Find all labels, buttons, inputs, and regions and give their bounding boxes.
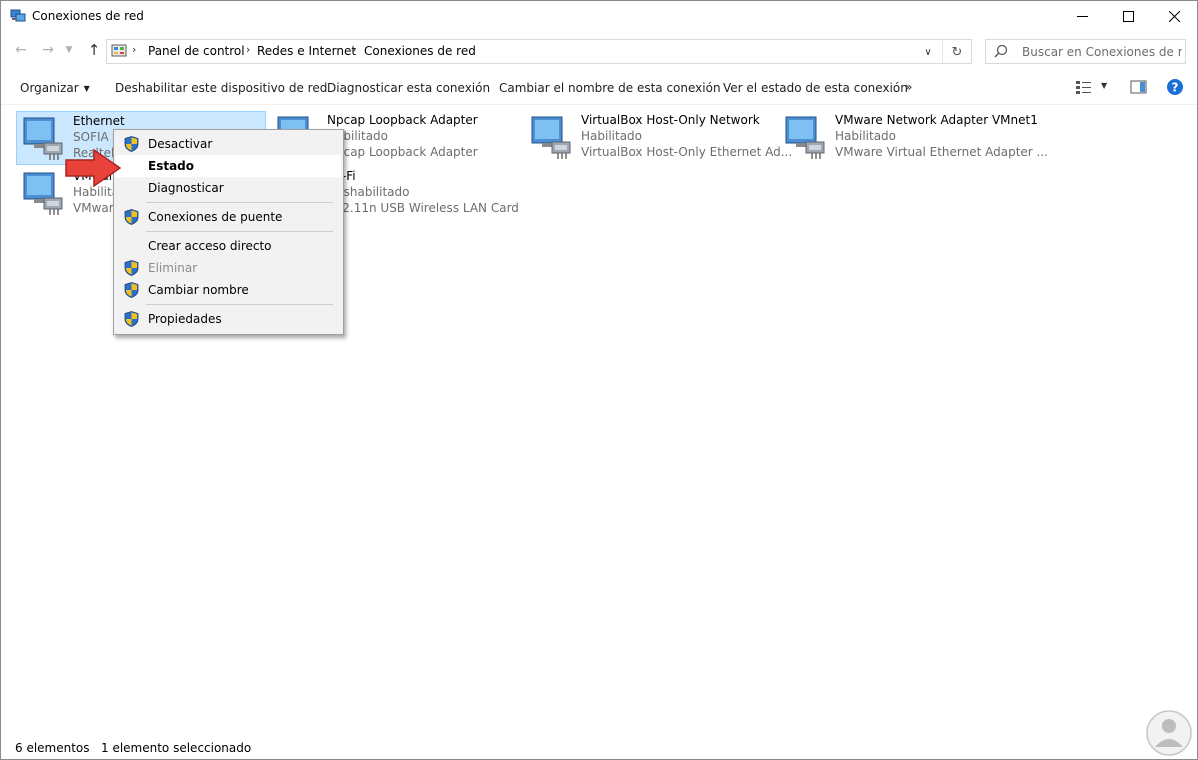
network-adapter-icon [23,172,63,215]
menu-item-estado[interactable]: Estado [116,155,341,177]
minimize-button[interactable] [1059,1,1105,32]
arrow-left-icon: ← [15,42,27,58]
view-options-icon [1076,81,1091,94]
disable-device-button[interactable]: Deshabilitar este dispositivo de red [115,81,327,95]
title-bar: Conexiones de red [1,1,1197,32]
connection-device: Npcap Loopback Adapter [327,145,478,159]
arrow-right-icon: → [42,42,54,58]
preview-pane-button[interactable] [1130,79,1148,98]
refresh-button[interactable]: ↻ [948,43,966,61]
organize-label: Organizar [20,81,79,95]
address-bar[interactable]: › Panel de control › Redes e Internet › … [106,39,972,64]
network-connections-icon [10,9,26,22]
chevron-down-icon: ▼ [65,45,73,55]
control-panel-icon [111,44,127,57]
menu-item-propiedades[interactable]: Propiedades [116,308,341,330]
menu-item-label: Crear acceso directo [148,239,272,253]
breadcrumb-redes-e-internet[interactable]: Redes e Internet [257,44,356,58]
menu-item-label: Propiedades [148,312,222,326]
more-commands-button[interactable]: » [905,80,912,94]
preview-pane-icon [1130,80,1147,94]
menu-item-label: Cambiar nombre [148,283,249,297]
window-title: Conexiones de red [32,9,144,23]
watermark-logo [1146,710,1192,756]
address-dropdown-button[interactable]: ∨ [920,44,936,60]
maximize-icon [1122,11,1134,22]
menu-item-label: Desactivar [148,137,213,151]
explorer-window: Conexiones de red ← → ▼ ↑ › Panel de con… [0,0,1198,760]
connection-device: VirtualBox Host-Only Ethernet Ad... [581,145,793,159]
menu-item-crear-acceso-directo[interactable]: Crear acceso directo [116,235,341,257]
forward-button[interactable]: → [39,40,57,60]
connection-name: Npcap Loopback Adapter [327,113,478,127]
breadcrumb-conexiones-de-red[interactable]: Conexiones de red [364,44,476,58]
network-adapter-icon [531,116,571,159]
network-adapter-icon [785,116,825,159]
menu-separator [146,231,333,232]
breadcrumb-separator-icon: › [352,43,357,56]
selection-count: 1 elemento seleccionado [101,741,252,755]
item-count: 6 elementos [15,741,90,755]
search-icon [994,44,1008,58]
close-icon [1168,11,1180,22]
back-button[interactable]: ← [12,40,30,60]
recent-locations-button[interactable]: ▼ [64,40,74,60]
command-bar: Organizar ▼ Deshabilitar este dispositivo… [1,71,1197,105]
address-divider [942,40,943,63]
view-options-button[interactable] [1075,79,1093,98]
rename-connection-button[interactable]: Cambiar el nombre de esta conexión [499,81,721,95]
menu-item-label: Diagnosticar [148,181,224,195]
address-row: ← → ▼ ↑ › Panel de control › Redes e Int… [1,32,1197,70]
menu-item-eliminar: Eliminar [116,257,341,279]
breadcrumb-panel-de-control[interactable]: Panel de control [148,44,245,58]
svg-text:?: ? [1172,81,1179,95]
menu-item-diagnosticar[interactable]: Diagnosticar [116,177,341,199]
arrow-up-icon: ↑ [87,41,101,59]
connection-item-virtualbox[interactable]: VirtualBox Host-Only Network Habilitado … [525,111,792,165]
uac-shield-icon [124,311,139,327]
menu-item-label: Conexiones de puente [148,210,283,224]
menu-item-desactivar[interactable]: Desactivar [116,133,341,155]
network-adapter-icon [23,117,63,160]
red-pointer-arrow-icon [65,148,122,188]
diagnose-connection-button[interactable]: Diagnosticar esta conexión [327,81,490,95]
menu-separator [146,202,333,203]
context-menu: Desactivar Estado Diagnosticar Conexione… [113,129,344,335]
uac-shield-icon [124,282,139,298]
connection-status: Habilitado [835,129,897,143]
menu-item-conexiones-de-puente[interactable]: Conexiones de puente [116,206,341,228]
menu-separator [146,304,333,305]
menu-item-label: Estado [148,159,195,173]
minimize-icon [1076,16,1088,17]
up-button[interactable]: ↑ [85,40,103,60]
menu-item-label: Eliminar [148,261,198,275]
uac-shield-icon [124,136,139,152]
chevron-down-icon: ∨ [924,46,932,58]
breadcrumb-separator-icon: › [246,43,251,56]
organize-menu-button[interactable]: Organizar ▼ [20,81,90,95]
caret-down-icon: ▼ [1101,81,1108,90]
help-button[interactable]: ? [1166,78,1184,99]
refresh-icon: ↻ [951,44,963,60]
breadcrumb-separator-icon: › [132,43,137,56]
connection-name: Ethernet [73,114,125,128]
close-button[interactable] [1151,1,1197,32]
uac-shield-icon [124,260,139,276]
connection-name: VMware Network Adapter VMnet1 [835,113,1038,127]
connection-name: VirtualBox Host-Only Network [581,113,760,127]
menu-item-cambiar-nombre[interactable]: Cambiar nombre [116,279,341,301]
connection-status: Habilitado [581,129,643,143]
search-input[interactable] [1022,43,1182,60]
help-icon: ? [1167,79,1183,95]
uac-shield-icon [124,209,139,225]
connection-item-vmnet1[interactable]: VMware Network Adapter VMnet1 Habilitado… [779,111,1048,165]
connection-device: 802.11n USB Wireless LAN Card [327,201,519,215]
view-status-button[interactable]: Ver el estado de esta conexión [723,81,908,95]
view-dropdown-button[interactable]: ▼ [1101,81,1107,90]
caret-down-icon: ▼ [83,84,90,93]
search-box[interactable] [985,39,1186,64]
status-bar: 6 elementos 1 elemento seleccionado [1,737,1197,759]
connection-device: VMware Virtual Ethernet Adapter ... [835,145,1048,159]
maximize-button[interactable] [1105,1,1151,32]
